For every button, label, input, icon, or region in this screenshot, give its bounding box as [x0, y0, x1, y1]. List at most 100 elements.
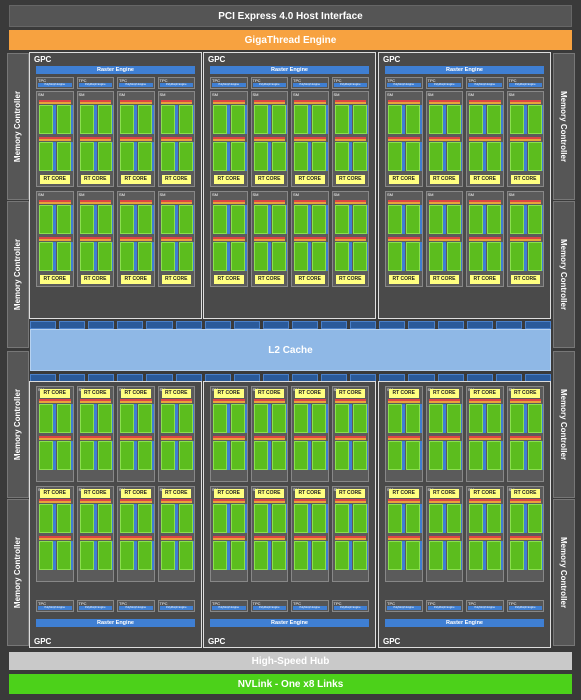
- sm-register-strip: [120, 538, 152, 540]
- rt-core: RT CORE: [470, 489, 500, 498]
- sm-core-block: [388, 541, 402, 570]
- sm-tensor-block: [53, 404, 56, 433]
- sm-register-strip: [334, 401, 366, 403]
- sm-core-block: [428, 441, 443, 470]
- tpc-block: TPC PolyMorph Engine: [291, 77, 329, 89]
- rt-core: RT CORE: [389, 175, 419, 184]
- sm-core-block: [178, 504, 193, 533]
- tpc-row: TPC PolyMorph Engine TPC PolyMorph Engine TP…: [36, 77, 195, 89]
- sm-core-block: [271, 404, 286, 433]
- sm-row: SM RT CORE SM RT CORE SM RT CORE SM RT CORE: [36, 191, 195, 287]
- sm-label: SM: [159, 192, 166, 197]
- tpc-block: TPC PolyMorph Engine: [506, 77, 544, 89]
- memory-controller: Memory Controller: [7, 351, 29, 498]
- sm-tensor-block: [366, 504, 369, 533]
- sm-block: SMRT CORE: [157, 191, 195, 287]
- memory-controller-label: Memory Controller: [13, 90, 23, 163]
- sm-tensor-block: [71, 142, 73, 171]
- raster-engine: Raster Engine: [385, 619, 544, 627]
- sm-tensor-block: [326, 142, 328, 171]
- memory-controller-label: Memory Controller: [559, 388, 569, 461]
- sm-core-block: [79, 242, 94, 271]
- sm-core-block: [388, 142, 402, 171]
- sm-tensor-block: [93, 441, 97, 470]
- sm-block: SMRT CORE: [425, 191, 463, 287]
- l2-cache-slice: [59, 321, 86, 329]
- sm-block: SMRT CORE: [466, 91, 504, 187]
- nvlink: NVLink - One x8 Links: [9, 674, 572, 694]
- sm-register-strip: [388, 501, 420, 503]
- sm-core-block: [352, 441, 367, 470]
- polymorph-engine: PolyMorph Engine: [333, 606, 367, 610]
- hub-label: High-Speed Hub: [251, 655, 330, 667]
- sm-core-block: [138, 205, 152, 234]
- sm-tensor-block: [366, 441, 369, 470]
- sm-tensor-block: [483, 105, 486, 134]
- sm-core-block: [406, 441, 420, 470]
- tpc-block: TPC PolyMorph Engine: [466, 77, 504, 89]
- sm-label: SM: [38, 192, 44, 197]
- gpc-block: GPC Raster Engine TPC PolyMorph Engine TPC Po…: [378, 52, 551, 319]
- sm-tensor-block: [460, 441, 463, 470]
- polymorph-engine: PolyMorph Engine: [78, 83, 112, 87]
- sm-register-strip: [388, 202, 420, 204]
- sm-core-block: [527, 441, 542, 470]
- gpc-block: GPC Raster Engine TPC PolyMorph Engine TPC Po…: [203, 52, 376, 319]
- sm-tensor-block: [152, 441, 154, 470]
- sm-tensor-block: [442, 105, 446, 134]
- sm-tensor-block: [420, 441, 422, 470]
- sm-core-block: [138, 105, 152, 134]
- sm-register-strip: [160, 501, 192, 503]
- sm-tensor-block: [192, 205, 195, 234]
- sm-register-strip: [213, 139, 245, 141]
- sm-tensor-block: [227, 504, 230, 533]
- sm-core-block: [79, 541, 94, 570]
- sm-register-strip: [79, 401, 111, 403]
- sm-block: SMRT CORE: [157, 91, 195, 187]
- polymorph-engine: PolyMorph Engine: [252, 83, 286, 87]
- sm-core-block: [527, 541, 542, 570]
- sm-core-block: [138, 504, 152, 533]
- sm-core-block: [97, 105, 112, 134]
- sm-core-block: [509, 205, 524, 234]
- sm-core-block: [97, 142, 112, 171]
- sm-tensor-block: [501, 242, 503, 271]
- sm-tensor-block: [53, 142, 56, 171]
- sm-block: SMRT CORE: [76, 191, 114, 287]
- sm-tensor-block: [366, 242, 369, 271]
- sm-core-block: [253, 242, 268, 271]
- sm-core-block: [509, 504, 524, 533]
- polymorph-engine: PolyMorph Engine: [293, 83, 327, 87]
- sm-core-block: [406, 105, 420, 134]
- sm-register-strip: [509, 401, 541, 403]
- sm-block: SMRT CORE: [210, 386, 248, 482]
- sm-core-block: [178, 142, 193, 171]
- sm-tensor-block: [71, 205, 73, 234]
- sm-core-block: [428, 242, 443, 271]
- sm-tensor-block: [326, 404, 328, 433]
- sm-core-block: [271, 205, 286, 234]
- sm-core-block: [334, 142, 349, 171]
- sm-tensor-block: [192, 142, 195, 171]
- sm-core-block: [120, 142, 134, 171]
- sm-block: SMRT CORE: [331, 191, 369, 287]
- sm-core-block: [487, 404, 501, 433]
- sm-register-strip: [334, 538, 366, 540]
- sm-tensor-block: [420, 242, 422, 271]
- tpc-block: TPC PolyMorph Engine: [331, 600, 369, 612]
- sm-core-block: [294, 504, 308, 533]
- sm-core-block: [509, 404, 524, 433]
- sm-tensor-block: [227, 142, 230, 171]
- l2-cache-slice: [88, 321, 115, 329]
- nvlink-label: NVLink - One x8 Links: [237, 678, 344, 690]
- sm-tensor-block: [523, 441, 527, 470]
- sm-core-block: [294, 441, 308, 470]
- sm-tensor-block: [308, 404, 311, 433]
- sm-core-block: [352, 142, 367, 171]
- sm-tensor-block: [93, 541, 97, 570]
- sm-register-strip: [253, 102, 285, 104]
- sm-tensor-block: [267, 441, 271, 470]
- sm-core-block: [120, 504, 134, 533]
- l2-cache-slice: [204, 321, 231, 329]
- sm-register-strip: [509, 102, 541, 104]
